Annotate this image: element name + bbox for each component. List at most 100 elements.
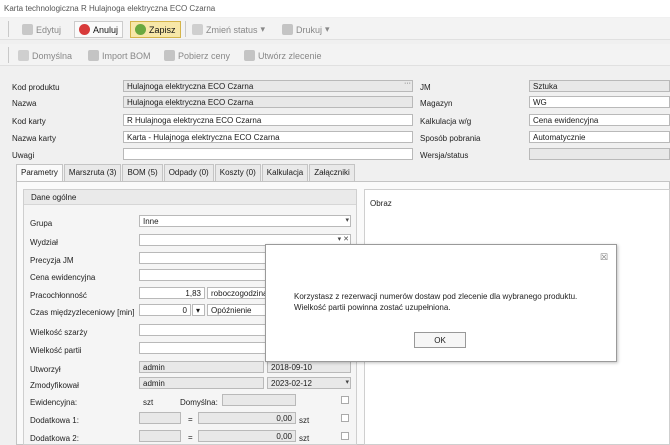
refresh-icon	[164, 50, 175, 61]
warehouse-label: Magazyn	[420, 99, 453, 108]
tab-6[interactable]: Załączniki	[309, 164, 355, 181]
card-code-label: Kod karty	[12, 117, 46, 126]
price-label: Cena ewidencyjna	[30, 273, 96, 282]
edit-button[interactable]: Edytuj	[18, 21, 65, 38]
interop-input[interactable]: 0	[139, 304, 191, 316]
delay-select[interactable]: Opóźnienie	[207, 304, 267, 316]
chevron-down-icon[interactable]: ▾	[345, 378, 349, 386]
create-order-button[interactable]: Utwórz zlecenie	[240, 47, 326, 64]
chevron-down-icon: ▾	[260, 24, 266, 34]
close-icon[interactable]: ☒	[600, 252, 608, 263]
toolbar-grip	[8, 21, 9, 37]
version-label: Wersja/status	[420, 151, 469, 160]
created-by-field: admin	[139, 361, 264, 373]
jm-field[interactable]: Sztuka	[529, 80, 670, 92]
flag-icon	[18, 50, 29, 61]
save-button[interactable]: Zapisz	[130, 21, 181, 38]
lot-size-label: Wielkość partii	[30, 346, 82, 355]
main-toolbar: Edytuj Anuluj Zapisz Zmień status ▾ Druk…	[0, 18, 670, 40]
extra1-label: Dodatkowa 1:	[30, 416, 79, 425]
tab-1[interactable]: Marszruta (3)	[63, 164, 122, 181]
notes-label: Uwagi	[12, 151, 35, 160]
created-label: Utworzył	[30, 365, 61, 374]
product-code-label: Kod produktu	[12, 83, 60, 92]
card-name-input[interactable]: Karta - Hulajnoga elektryczna ECO Czarna	[123, 131, 413, 143]
card-name-label: Nazwa karty	[12, 134, 57, 143]
chevron-down-icon: ▾	[325, 24, 330, 34]
cancel-icon	[79, 24, 90, 35]
calc-field[interactable]: Cena ewidencyjna	[529, 114, 670, 126]
import-bom-button[interactable]: Import BOM	[84, 47, 155, 64]
notes-input[interactable]	[123, 148, 413, 160]
clear-icon[interactable]: ▾ ✕	[338, 235, 349, 243]
extra2-value-field[interactable]: 0,00	[198, 430, 296, 442]
default-unit-field	[222, 394, 296, 406]
modified-date-field[interactable]: 2023-02-12 ▾	[267, 377, 351, 389]
tab-2[interactable]: BOM (5)	[122, 164, 163, 181]
general-data-title: Dane ogólne	[24, 190, 356, 205]
labor-input[interactable]: 1,83	[139, 287, 205, 299]
tab-strip: Parametry Marszruta (3) BOM (5) Odpady (0) K…	[16, 164, 356, 181]
extra1-checkbox[interactable]	[341, 414, 349, 422]
pencil-icon	[22, 24, 33, 35]
extra1-unit: szt	[299, 416, 310, 425]
chevron-down-icon[interactable]: ▾	[192, 304, 205, 316]
tab-4[interactable]: Koszty (0)	[214, 164, 261, 181]
batch-size-input[interactable]	[139, 324, 267, 336]
jm-label: JM	[420, 83, 431, 92]
group-select[interactable]: Inne ▾	[139, 215, 351, 227]
name-label: Nazwa	[12, 99, 37, 108]
tab-0[interactable]: Parametry	[16, 164, 63, 181]
price-input[interactable]	[139, 269, 267, 281]
modified-label: Zmodyfikował	[30, 381, 79, 390]
image-panel-title: Obraz	[370, 199, 392, 208]
registry-checkbox[interactable]	[341, 396, 349, 404]
extra2-checkbox[interactable]	[341, 432, 349, 440]
ellipsis-button[interactable]: ···	[404, 81, 411, 87]
import-icon	[88, 50, 99, 61]
extra1-qty-field[interactable]	[139, 412, 181, 424]
printer-icon	[282, 24, 293, 35]
dept-label: Wydział	[30, 238, 58, 247]
product-code-field[interactable]: Hulajnoga elektryczna ECO Czarna ···	[123, 80, 413, 92]
precision-input[interactable]	[139, 252, 267, 264]
cancel-button[interactable]: Anuluj	[74, 21, 124, 38]
precision-label: Precyzja JM	[30, 256, 74, 265]
registry-unit: szt	[143, 398, 154, 407]
tab-3[interactable]: Odpady (0)	[163, 164, 214, 181]
change-status-button[interactable]: Zmień status ▾	[188, 21, 269, 38]
collection-field[interactable]: Automatycznie	[529, 131, 670, 143]
collection-label: Sposób pobrania	[420, 134, 481, 143]
group-label: Grupa	[30, 219, 53, 228]
version-field	[529, 148, 670, 160]
chevron-down-icon[interactable]: ▾	[345, 216, 349, 224]
status-icon	[192, 24, 203, 35]
calc-label: Kalkulacja w/g	[420, 117, 472, 126]
registry-label: Ewidencyjna:	[30, 398, 78, 407]
created-date-field: 2018-09-10	[267, 361, 351, 373]
print-button[interactable]: Drukuj ▾	[278, 21, 334, 38]
name-field: Hulajnoga elektryczna ECO Czarna	[123, 96, 413, 108]
extra2-qty-field[interactable]	[139, 430, 181, 442]
warehouse-field[interactable]: WG	[529, 96, 670, 108]
secondary-toolbar: Domyślna Import BOM Pobierz ceny Utwórz …	[0, 44, 670, 66]
ok-button[interactable]: OK	[414, 332, 466, 348]
dialog-message: Korzystasz z rezerwacji numerów dostaw p…	[294, 292, 578, 312]
labor-label: Pracochłonność	[30, 291, 87, 300]
get-prices-button[interactable]: Pobierz ceny	[160, 47, 234, 64]
default-button[interactable]: Domyślna	[14, 47, 76, 64]
interop-label: Czas międzyzleceniowy [min]	[30, 308, 135, 317]
extra1-value-field[interactable]: 0,00	[198, 412, 296, 424]
order-icon	[244, 50, 255, 61]
labor-unit-select[interactable]: roboczogodzina	[207, 287, 267, 299]
extra2-unit: szt	[299, 434, 310, 443]
card-code-input[interactable]: R Hulajnoga elektryczna ECO Czarna	[123, 114, 413, 126]
extra2-label: Dodatkowa 2:	[30, 434, 79, 443]
save-check-icon	[135, 24, 146, 35]
default-label: Domyślna:	[180, 398, 218, 407]
lot-size-input[interactable]	[139, 342, 267, 354]
info-dialog: ☒ Korzystasz z rezerwacji numerów dostaw…	[265, 244, 617, 362]
batch-size-label: Wielkość szarży	[30, 328, 88, 337]
tab-5[interactable]: Kalkulacja	[261, 164, 309, 181]
modified-by-field: admin	[139, 377, 264, 389]
